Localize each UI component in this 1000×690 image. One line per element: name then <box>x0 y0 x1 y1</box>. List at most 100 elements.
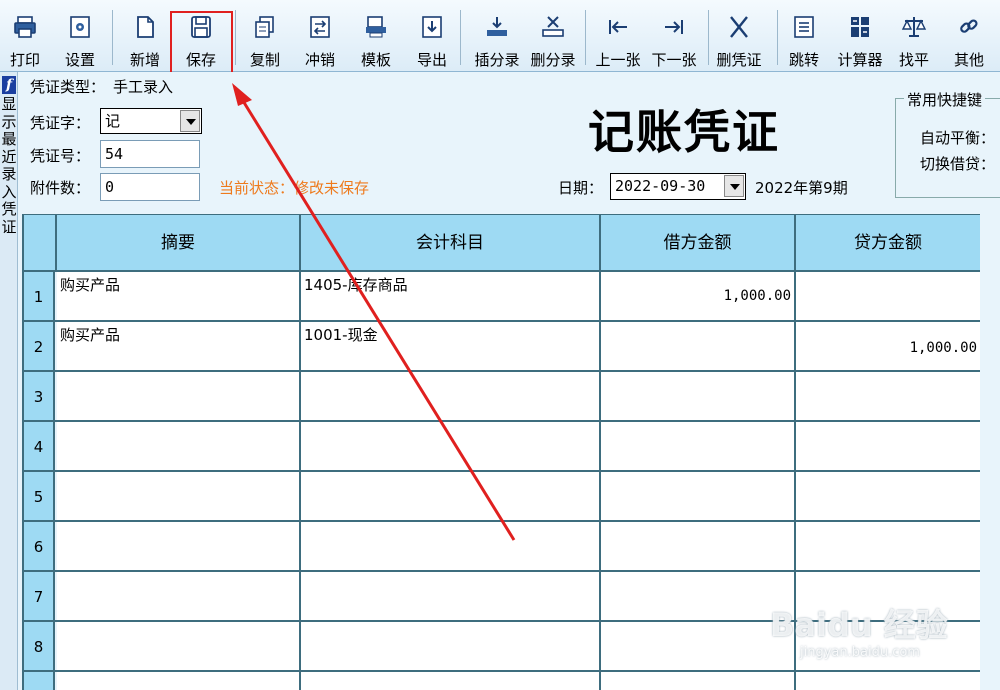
toolbar-button-label: 下一张 <box>651 51 697 69</box>
settings-button[interactable]: 设置 <box>50 2 110 70</box>
toolbar-button-label: 找平 <box>898 51 929 69</box>
summary-cell[interactable] <box>57 672 301 690</box>
delete-voucher-button[interactable]: 删凭证 <box>709 2 769 70</box>
account-cell[interactable] <box>301 622 601 670</box>
debit-cell[interactable] <box>601 622 796 670</box>
voucher-header: 凭证类型： 手工录入 凭证字： 记 凭证号： 54 附件数： 0 当前状态：修改… <box>18 72 1000 214</box>
function-icon: f <box>2 76 16 94</box>
baidu-watermark-url: jingyan.baidu.com <box>800 645 920 660</box>
voucher-word-label: 凭证字： <box>30 114 91 132</box>
template-icon <box>363 2 389 44</box>
account-cell[interactable]: 1001-现金 <box>301 322 601 370</box>
delete-entry-button[interactable]: 删分录 <box>523 2 583 70</box>
table-row[interactable]: 5 <box>24 472 980 522</box>
account-cell[interactable] <box>301 372 601 420</box>
account-cell[interactable]: 1405-库存商品 <box>301 272 601 320</box>
toolbar-button-label: 跳转 <box>788 51 819 69</box>
reverse-button[interactable]: 冲销 <box>290 2 350 70</box>
account-cell[interactable] <box>301 422 601 470</box>
credit-cell[interactable] <box>796 672 980 690</box>
summary-cell[interactable]: 购买产品 <box>57 322 301 370</box>
shortcut-title: 常用快捷键 <box>904 89 986 110</box>
link-button[interactable]: 其他 <box>939 2 999 70</box>
debit-cell[interactable] <box>601 322 796 370</box>
jump-button[interactable]: 跳转 <box>774 2 834 70</box>
toolbar-separator <box>235 10 236 65</box>
period-label: 2022年第9期 <box>755 179 848 197</box>
debit-cell[interactable] <box>601 372 796 420</box>
calculator-button[interactable]: 计算器 <box>830 2 890 70</box>
table-row[interactable]: 4 <box>24 422 980 472</box>
printer-button[interactable]: 打印 <box>0 2 55 70</box>
debit-cell[interactable] <box>601 422 796 470</box>
row-number: 3 <box>24 372 55 420</box>
date-value: 2022-09-30 <box>615 177 706 195</box>
account-cell[interactable] <box>301 522 601 570</box>
date-select[interactable]: 2022-09-30 <box>610 173 746 200</box>
toolbar-button-label: 删凭证 <box>716 51 762 69</box>
shortcut-auto-balance: 自动平衡： <box>920 129 996 147</box>
table-row[interactable]: 6 <box>24 522 980 572</box>
recent-vouchers-strip[interactable]: f 显示最近录入凭证 <box>0 72 18 690</box>
toolbar-separator <box>112 10 113 65</box>
delete-entry-icon <box>540 2 566 44</box>
insert-entry-button[interactable]: 插分录 <box>467 2 527 70</box>
column-credit: 贷方金额 <box>796 215 980 271</box>
balance-button[interactable]: 找平 <box>884 2 944 70</box>
reverse-icon <box>307 2 333 44</box>
account-cell[interactable] <box>301 672 601 690</box>
chevron-down-icon[interactable] <box>724 175 744 197</box>
copy-button[interactable]: 复制 <box>235 2 295 70</box>
voucher-word-select[interactable]: 记 <box>100 108 202 134</box>
account-cell[interactable] <box>301 572 601 620</box>
new-file-button[interactable]: 新增 <box>115 2 175 70</box>
summary-cell[interactable] <box>57 622 301 670</box>
credit-cell[interactable] <box>796 272 980 320</box>
debit-cell[interactable] <box>601 672 796 690</box>
credit-cell[interactable] <box>796 472 980 520</box>
credit-amount: 1,000.00 <box>909 340 977 356</box>
summary-cell[interactable] <box>57 472 301 520</box>
table-row[interactable]: 3 <box>24 372 980 422</box>
column-debit: 借方金额 <box>601 215 796 271</box>
debit-cell[interactable] <box>601 472 796 520</box>
credit-cell[interactable] <box>796 522 980 570</box>
table-row[interactable]: 9 <box>24 672 980 690</box>
grid-header: 摘要 会计科目 借方金额 贷方金额 <box>24 214 980 272</box>
save-button[interactable]: 保存 <box>171 2 231 70</box>
voucher-number-input[interactable]: 54 <box>100 140 200 168</box>
summary-cell[interactable]: 购买产品 <box>57 272 301 320</box>
row-number: 7 <box>24 572 55 620</box>
settings-icon <box>67 2 93 44</box>
summary-cell[interactable] <box>57 572 301 620</box>
column-account: 会计科目 <box>301 215 601 271</box>
chevron-down-icon[interactable] <box>180 110 200 132</box>
credit-cell[interactable]: 1,000.00 <box>796 322 980 370</box>
attachment-count-input[interactable]: 0 <box>100 173 200 201</box>
debit-amount: 1,000.00 <box>723 288 791 304</box>
shortcut-panel: 常用快捷键 自动平衡： 切换借贷： <box>895 89 1000 198</box>
previous-button[interactable]: 上一张 <box>588 2 648 70</box>
account-text: 1405-库存商品 <box>304 276 408 294</box>
summary-cell[interactable] <box>57 422 301 470</box>
debit-cell[interactable]: 1,000.00 <box>601 272 796 320</box>
export-button[interactable]: 导出 <box>402 2 462 70</box>
table-row[interactable]: 2 购买产品 1001-现金 1,000.00 <box>24 322 980 372</box>
voucher-type-value: 手工录入 <box>113 78 174 96</box>
debit-cell[interactable] <box>601 572 796 620</box>
attachment-count-label: 附件数： <box>30 179 91 197</box>
new-file-icon <box>132 2 158 44</box>
summary-cell[interactable] <box>57 522 301 570</box>
account-cell[interactable] <box>301 472 601 520</box>
credit-cell[interactable] <box>796 422 980 470</box>
summary-cell[interactable] <box>57 372 301 420</box>
credit-cell[interactable] <box>796 372 980 420</box>
toolbar-separator <box>777 10 778 65</box>
template-button[interactable]: 模板 <box>346 2 406 70</box>
debit-cell[interactable] <box>601 522 796 570</box>
next-button[interactable]: 下一张 <box>644 2 704 70</box>
row-number-header <box>24 215 57 271</box>
page-title: 记账凭证 <box>588 105 780 159</box>
table-row[interactable]: 1 购买产品 1405-库存商品 1,000.00 <box>24 272 980 322</box>
baidu-watermark: Baidu 经验 <box>770 606 948 644</box>
